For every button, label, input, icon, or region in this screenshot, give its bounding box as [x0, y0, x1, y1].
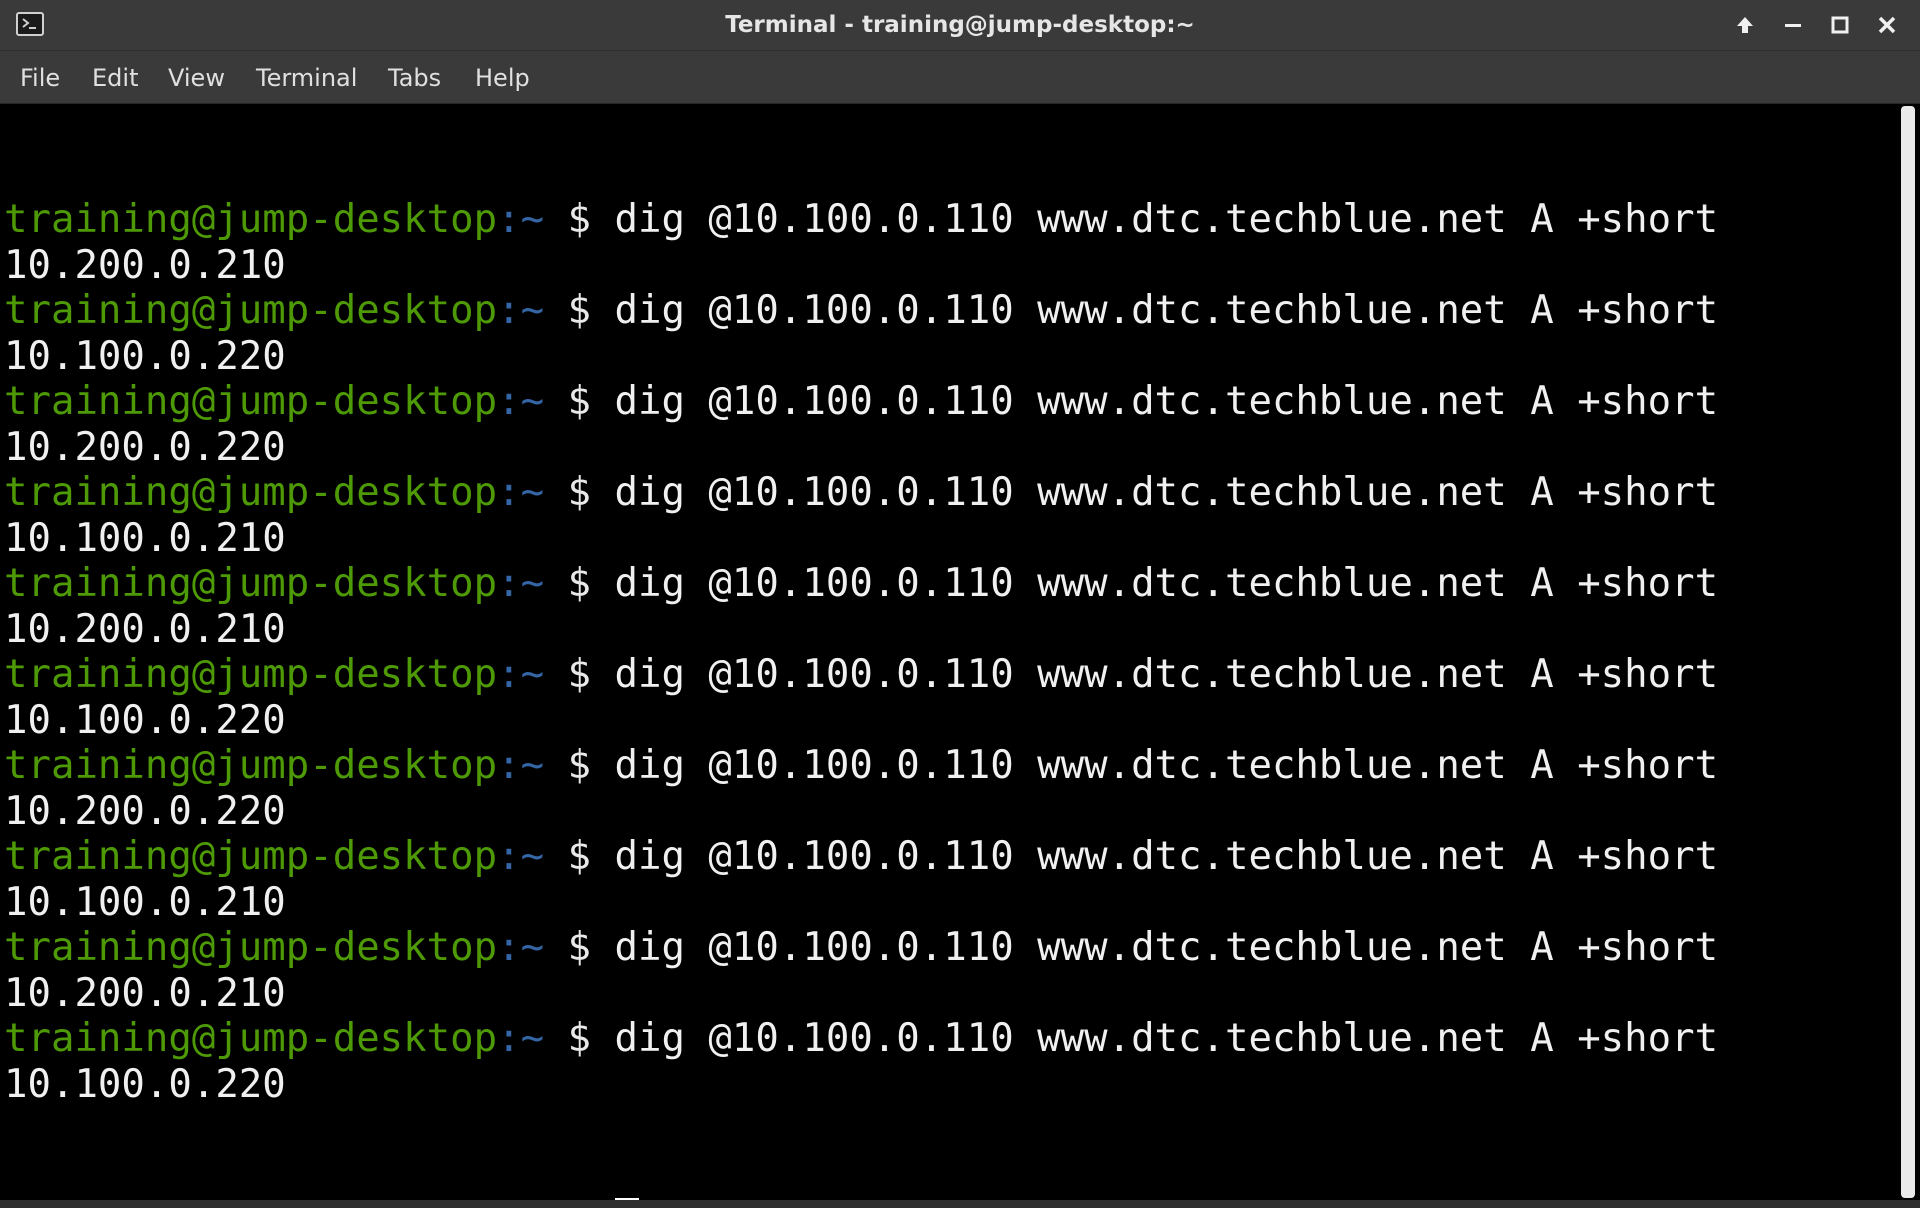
- menu-file[interactable]: File: [20, 51, 60, 103]
- prompt-path: :~: [497, 470, 545, 515]
- command-output: 10.200.0.210: [4, 606, 286, 652]
- prompt-path: :~: [497, 925, 545, 970]
- prompt-symbol: $: [544, 743, 615, 788]
- prompt-user-host: training@jump-desktop: [4, 379, 498, 424]
- command-line: training@jump-desktop:~ $ dig @10.100.0.…: [4, 1016, 1896, 1062]
- command-text: dig @10.100.0.110 www.dtc.techblue.net A…: [614, 834, 1719, 879]
- command-output: 10.100.0.220: [4, 333, 286, 379]
- prompt-path: :~: [497, 288, 545, 333]
- command-output: 10.100.0.220: [4, 1061, 286, 1107]
- prompt-user-host: training@jump-desktop: [4, 288, 498, 333]
- command-output: 10.100.0.220: [4, 697, 286, 743]
- window-bottom-border: [0, 1200, 1920, 1208]
- arrow-up-icon[interactable]: [1733, 13, 1757, 37]
- minimize-icon[interactable]: [1781, 13, 1805, 37]
- scrollbar-thumb[interactable]: [1901, 106, 1915, 1198]
- menu-help[interactable]: Help: [475, 51, 530, 103]
- prompt-user-host: training@jump-desktop: [4, 1016, 498, 1061]
- prompt-user-host: training@jump-desktop: [4, 834, 498, 879]
- prompt-symbol: $: [544, 379, 615, 424]
- session-lines: training@jump-desktop:~ $ dig @10.100.0.…: [4, 197, 1896, 1107]
- command-text: dig @10.100.0.110 www.dtc.techblue.net A…: [614, 288, 1719, 333]
- prompt-path: :~: [497, 1016, 545, 1061]
- command-text: dig @10.100.0.110 www.dtc.techblue.net A…: [614, 925, 1719, 970]
- command-text: dig @10.100.0.110 www.dtc.techblue.net A…: [614, 470, 1719, 515]
- command-line: training@jump-desktop:~ $ dig @10.100.0.…: [4, 197, 1896, 243]
- prompt-user-host: training@jump-desktop: [4, 652, 498, 697]
- menu-terminal[interactable]: Terminal: [256, 51, 357, 103]
- maximize-icon[interactable]: [1828, 13, 1852, 37]
- command-text: dig @10.100.0.110 www.dtc.techblue.net A…: [614, 561, 1719, 606]
- prompt-path: :~: [497, 379, 545, 424]
- command-text: dig @10.100.0.110 www.dtc.techblue.net A…: [614, 1016, 1719, 1061]
- prompt-user-host: training@jump-desktop: [4, 197, 498, 242]
- command-line: training@jump-desktop:~ $ dig @10.100.0.…: [4, 288, 1896, 334]
- prompt-symbol: $: [544, 197, 615, 242]
- prompt-symbol: $: [544, 652, 615, 697]
- command-text: dig @10.100.0.110 www.dtc.techblue.net A…: [614, 197, 1719, 242]
- command-output: 10.200.0.210: [4, 970, 286, 1016]
- menu-edit[interactable]: Edit: [92, 51, 138, 103]
- menu-tabs[interactable]: Tabs: [388, 51, 441, 103]
- command-output: 10.100.0.210: [4, 879, 286, 925]
- prompt-symbol: $: [544, 288, 615, 333]
- prompt-user-host: training@jump-desktop: [4, 925, 498, 970]
- prompt-path: :~: [497, 834, 545, 879]
- menu-view[interactable]: View: [168, 51, 225, 103]
- command-line: training@jump-desktop:~ $ dig @10.100.0.…: [4, 652, 1896, 698]
- menu-bar: File Edit View Terminal Tabs Help: [0, 51, 1920, 104]
- prompt-user-host: training@jump-desktop: [4, 743, 498, 788]
- prompt-user-host: training@jump-desktop: [4, 470, 498, 515]
- command-text: dig @10.100.0.110 www.dtc.techblue.net A…: [614, 743, 1719, 788]
- prompt-path: :~: [497, 197, 545, 242]
- terminal-window: Terminal - training@jump-desktop:~ File: [0, 0, 1920, 1208]
- prompt-path: :~: [497, 561, 545, 606]
- prompt-symbol: $: [544, 925, 615, 970]
- command-text: dig @10.100.0.110 www.dtc.techblue.net A…: [614, 379, 1719, 424]
- prompt-symbol: $: [544, 470, 615, 515]
- command-output: 10.200.0.220: [4, 424, 286, 470]
- command-line: training@jump-desktop:~ $ dig @10.100.0.…: [4, 743, 1896, 789]
- prompt-user-host: training@jump-desktop: [4, 561, 498, 606]
- command-output: 10.200.0.210: [4, 242, 286, 288]
- close-icon[interactable]: [1875, 13, 1899, 37]
- command-line: training@jump-desktop:~ $ dig @10.100.0.…: [4, 379, 1896, 425]
- command-line: training@jump-desktop:~ $ dig @10.100.0.…: [4, 561, 1896, 607]
- title-bar[interactable]: Terminal - training@jump-desktop:~: [0, 0, 1920, 51]
- prompt-symbol: $: [544, 561, 615, 606]
- command-line: training@jump-desktop:~ $ dig @10.100.0.…: [4, 925, 1896, 971]
- command-output: 10.200.0.220: [4, 788, 286, 834]
- prompt-symbol: $: [544, 834, 615, 879]
- command-line: training@jump-desktop:~ $ dig @10.100.0.…: [4, 470, 1896, 516]
- scrollbar[interactable]: [1896, 104, 1920, 1200]
- prompt-path: :~: [497, 743, 545, 788]
- prompt-symbol: $: [544, 1016, 615, 1061]
- command-output: 10.100.0.210: [4, 515, 286, 561]
- terminal-output[interactable]: training@jump-desktop:~ $ dig @10.100.0.…: [0, 104, 1896, 1200]
- window-title: Terminal - training@jump-desktop:~: [725, 12, 1195, 38]
- command-text: dig @10.100.0.110 www.dtc.techblue.net A…: [614, 652, 1719, 697]
- prompt-path: :~: [497, 652, 545, 697]
- command-line: training@jump-desktop:~ $ dig @10.100.0.…: [4, 834, 1896, 880]
